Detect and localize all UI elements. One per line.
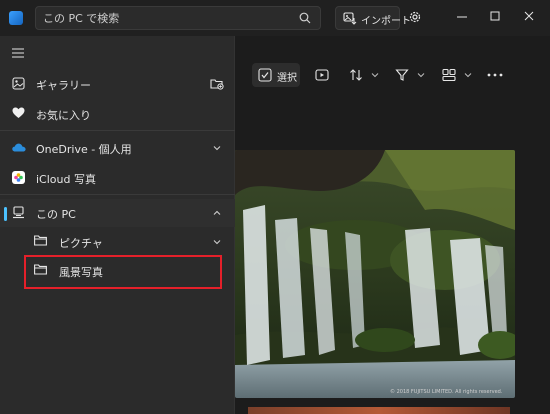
import-label: インポート xyxy=(361,16,411,27)
checkbox-icon xyxy=(258,68,272,82)
import-button[interactable]: インポート xyxy=(335,6,411,30)
title-bar: インポート xyxy=(0,0,550,36)
nav-this-pc-label: この PC xyxy=(36,208,76,221)
nav-onedrive-label: OneDrive - 個人用 xyxy=(36,143,132,156)
add-folder-icon[interactable] xyxy=(210,77,224,90)
close-icon[interactable] xyxy=(523,10,535,22)
nav-pictures-label: ピクチャ xyxy=(59,237,103,250)
gallery-icon xyxy=(12,77,25,90)
photo-thumbnail[interactable] xyxy=(235,150,515,398)
photo-thumbnail-next[interactable] xyxy=(248,407,510,414)
nav-divider xyxy=(0,130,235,131)
heart-icon xyxy=(12,107,25,118)
hamburger-menu-icon[interactable] xyxy=(12,48,24,58)
search-box[interactable] xyxy=(35,6,321,30)
maximize-icon[interactable] xyxy=(489,10,501,22)
icloud-photos-icon xyxy=(12,171,25,184)
slideshow-icon[interactable] xyxy=(315,68,329,82)
photos-app-icon xyxy=(9,11,23,25)
view-layout-icon[interactable] xyxy=(442,68,456,82)
computer-icon xyxy=(13,206,24,219)
nav-icloud-label: iCloud 写真 xyxy=(36,173,96,186)
selection-indicator xyxy=(4,207,7,221)
folder-icon xyxy=(34,235,47,246)
minimize-icon[interactable] xyxy=(456,10,468,22)
nav-item-favorites[interactable]: お気に入り xyxy=(0,100,235,128)
nav-item-this-pc[interactable]: この PC xyxy=(0,199,235,227)
navigation-pane: ギャラリー お気に入り OneDrive - 個人用 iCloud 写真 この … xyxy=(0,36,235,414)
nav-item-pictures[interactable]: ピクチャ xyxy=(0,228,235,256)
search-icon[interactable] xyxy=(299,12,311,24)
view-chevron-down-icon[interactable] xyxy=(464,71,472,79)
nav-divider xyxy=(0,194,235,195)
select-button[interactable]: 選択 xyxy=(252,63,300,87)
filter-chevron-down-icon[interactable] xyxy=(417,71,425,79)
waterfall-image xyxy=(235,150,515,398)
highlight-box xyxy=(24,255,222,289)
nav-favorites-label: お気に入り xyxy=(36,109,91,122)
select-label: 選択 xyxy=(277,73,297,84)
photo-watermark: © 2018 FUJITSU LIMITED. All rights reser… xyxy=(390,389,503,395)
nav-item-icloud[interactable]: iCloud 写真 xyxy=(0,164,235,192)
nav-gallery-label: ギャラリー xyxy=(36,79,91,92)
sort-icon[interactable] xyxy=(349,68,363,82)
import-icon xyxy=(343,12,357,25)
chevron-down-icon[interactable] xyxy=(213,144,221,152)
filter-icon[interactable] xyxy=(395,68,409,82)
onedrive-cloud-icon xyxy=(12,143,26,152)
search-input[interactable] xyxy=(43,9,293,27)
gear-icon[interactable] xyxy=(408,10,422,24)
nav-item-onedrive[interactable]: OneDrive - 個人用 xyxy=(0,134,235,162)
nav-item-gallery[interactable]: ギャラリー xyxy=(0,70,235,98)
more-options-icon[interactable] xyxy=(487,72,503,78)
chevron-up-icon[interactable] xyxy=(213,209,221,217)
chevron-down-icon[interactable] xyxy=(213,238,221,246)
sort-chevron-down-icon[interactable] xyxy=(371,71,379,79)
